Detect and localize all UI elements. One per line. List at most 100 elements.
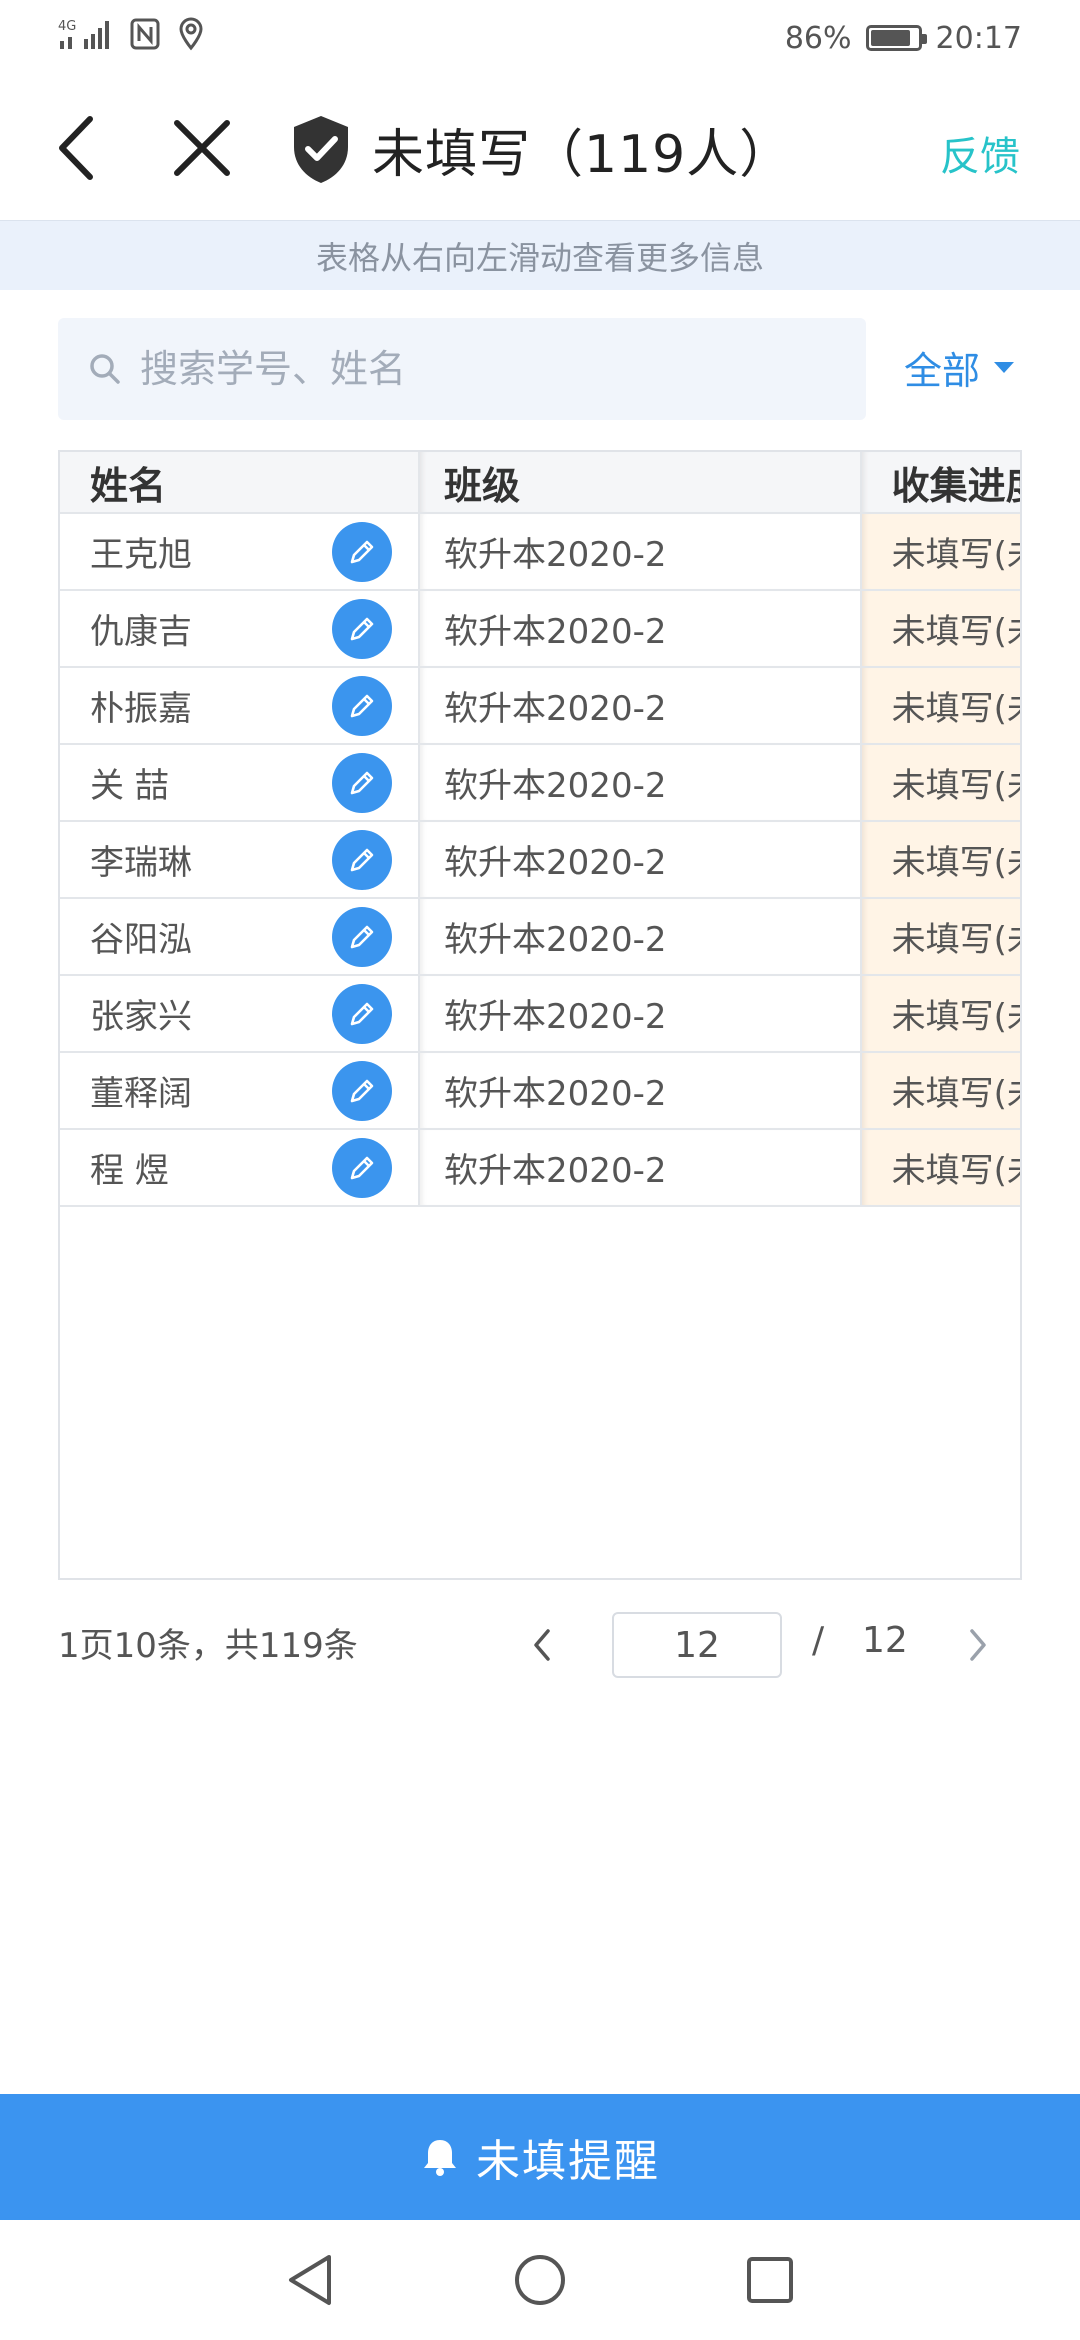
column-header-progress[interactable]: 收集进度 — [861, 452, 1020, 514]
table-row[interactable]: 关 喆 软升本2020-2未填写(未 — [60, 745, 1020, 822]
student-name: 张家兴 — [90, 997, 192, 1037]
column-header-name[interactable]: 姓名 — [60, 452, 421, 514]
cell-progress: 未填写(未 — [861, 591, 1020, 668]
search-icon — [90, 354, 120, 384]
student-name: 李瑞琳 — [90, 843, 192, 883]
status-bar: 4G 86% 20:17 — [0, 0, 1080, 76]
cell-name: 董释阔 — [60, 1053, 421, 1130]
cell-progress: 未填写(未 — [861, 668, 1020, 745]
table-row[interactable]: 谷阳泓 软升本2020-2未填写(未 — [60, 899, 1020, 976]
pencil-icon — [350, 1002, 374, 1025]
pencil-icon — [350, 540, 374, 563]
cell-class: 软升本2020-2 — [420, 514, 862, 591]
page-separator: / — [812, 1620, 825, 1661]
close-icon — [174, 120, 230, 176]
cell-progress: 未填写(未 — [861, 1130, 1020, 1207]
cell-class: 软升本2020-2 — [420, 822, 862, 899]
cell-class: 软升本2020-2 — [420, 1053, 862, 1130]
edit-button[interactable] — [332, 521, 393, 582]
edit-button[interactable] — [332, 906, 393, 967]
cell-progress: 未填写(未 — [861, 976, 1020, 1053]
cell-progress: 未填写(未 — [861, 822, 1020, 899]
table-row[interactable]: 朴振嘉 软升本2020-2未填写(未 — [60, 668, 1020, 745]
column-header-class[interactable]: 班级 — [420, 452, 862, 514]
cell-class: 软升本2020-2 — [420, 745, 862, 822]
nav-recents-icon — [747, 2257, 793, 2303]
battery-level — [870, 30, 911, 46]
status-icons-right: 86% 20:17 — [785, 21, 1022, 56]
search-box[interactable] — [58, 318, 866, 420]
search-input[interactable] — [140, 347, 820, 391]
title-bar: 未填写（119人） 反馈 — [0, 76, 1080, 220]
cell-name: 朴振嘉 — [60, 668, 421, 745]
cell-class: 软升本2020-2 — [420, 668, 862, 745]
edit-button[interactable] — [332, 1060, 393, 1121]
feedback-link[interactable]: 反馈 — [940, 124, 1020, 182]
table-row[interactable]: 张家兴 软升本2020-2未填写(未 — [60, 976, 1020, 1053]
previous-page-button[interactable] — [522, 1620, 562, 1670]
cell-class: 软升本2020-2 — [420, 1130, 862, 1207]
nfc-icon — [130, 17, 160, 59]
pencil-icon — [350, 771, 374, 794]
back-button[interactable] — [40, 112, 112, 184]
table-row[interactable]: 仇康吉 软升本2020-2未填写(未 — [60, 591, 1020, 668]
cell-name: 王克旭 — [60, 514, 421, 591]
edit-button[interactable] — [332, 1137, 393, 1198]
student-name: 谷阳泓 — [90, 920, 192, 960]
cell-class: 软升本2020-2 — [420, 899, 862, 976]
student-name: 董释阔 — [90, 1074, 192, 1114]
cell-progress: 未填写(未 — [861, 514, 1020, 591]
edit-button[interactable] — [332, 675, 393, 736]
chevron-left-icon — [534, 1629, 550, 1661]
title-group: 未填写（119人） — [290, 104, 792, 194]
status-icons-left: 4G — [58, 17, 204, 59]
cell-progress: 未填写(未 — [861, 745, 1020, 822]
student-table[interactable]: 姓名 班级 收集进度 王克旭软升本2020-2未填写(未仇康吉软升本2020-2… — [58, 450, 1022, 1580]
shield-check-icon — [294, 116, 348, 183]
back-icon — [59, 116, 93, 180]
remind-button-label: 未填提醒 — [476, 2136, 660, 2187]
battery-percent: 86% — [784, 20, 852, 56]
nav-home-button[interactable] — [510, 2250, 570, 2310]
edit-button[interactable] — [332, 752, 393, 813]
nav-home-icon — [515, 2255, 565, 2305]
next-page-button[interactable] — [958, 1620, 998, 1670]
filter-dropdown[interactable]: 全部 — [904, 340, 1015, 395]
page-number-input[interactable] — [612, 1612, 782, 1678]
cell-class: 软升本2020-2 — [420, 976, 862, 1053]
remind-unfilled-button[interactable]: 未填提醒 — [0, 2094, 1080, 2220]
pencil-icon — [350, 1156, 374, 1179]
student-name: 关 喆 — [90, 766, 169, 806]
cell-name: 仇康吉 — [60, 591, 421, 668]
table-row[interactable]: 王克旭 软升本2020-2未填写(未 — [60, 514, 1020, 591]
caret-down-icon — [994, 362, 1015, 373]
clock: 20:17 — [935, 20, 1022, 56]
signal-icon: 4G — [58, 17, 112, 59]
system-nav-bar — [0, 2220, 1080, 2340]
filter-selected-label: 全部 — [904, 349, 981, 393]
edit-button[interactable] — [332, 983, 393, 1044]
pencil-icon — [350, 848, 374, 871]
cell-name: 张家兴 — [60, 976, 421, 1053]
location-icon — [178, 17, 204, 59]
table-row[interactable]: 李瑞琳 软升本2020-2未填写(未 — [60, 822, 1020, 899]
edit-button[interactable] — [332, 598, 393, 659]
page-title: 未填写（119人） — [372, 124, 793, 185]
nav-recents-button[interactable] — [740, 2250, 800, 2310]
pagination-summary: 1页10条，共119条 — [58, 1626, 358, 1666]
bell-icon — [424, 2140, 456, 2176]
nav-back-icon — [289, 2255, 331, 2305]
table-row[interactable]: 程 煜 软升本2020-2未填写(未 — [60, 1130, 1020, 1207]
table-row[interactable]: 董释阔 软升本2020-2未填写(未 — [60, 1053, 1020, 1130]
battery-icon — [865, 25, 927, 51]
cell-progress: 未填写(未 — [861, 899, 1020, 976]
student-name: 程 煜 — [90, 1151, 169, 1191]
pencil-icon — [350, 617, 374, 640]
student-name: 仇康吉 — [90, 612, 192, 652]
student-name: 朴振嘉 — [90, 689, 192, 729]
edit-button[interactable] — [332, 829, 393, 890]
nav-back-button[interactable] — [280, 2250, 340, 2310]
cell-name: 谷阳泓 — [60, 899, 421, 976]
close-button[interactable] — [166, 112, 238, 184]
total-pages: 12 — [862, 1620, 908, 1661]
